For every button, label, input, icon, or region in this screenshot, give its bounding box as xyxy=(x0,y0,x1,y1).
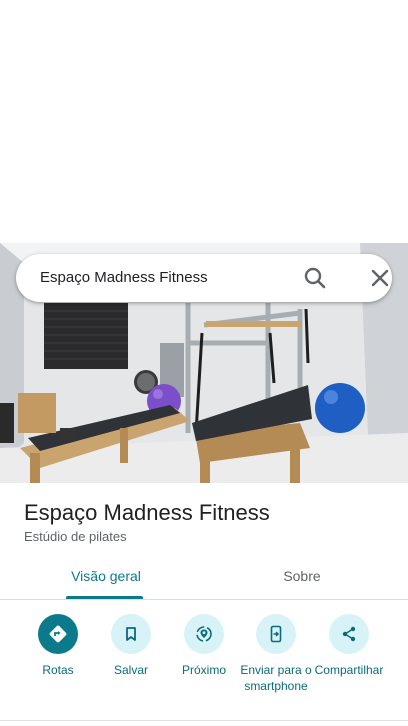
directions-label: Rotas xyxy=(42,663,74,677)
place-name: Espaço Madness Fitness xyxy=(24,500,270,525)
nearby-label: Próximo xyxy=(181,663,226,677)
directions-button[interactable]: Rotas xyxy=(20,614,96,678)
search-icon[interactable] xyxy=(302,265,328,291)
tab-overview[interactable]: Visão geral xyxy=(66,568,146,584)
save-label: Salvar xyxy=(113,663,148,677)
map-area[interactable] xyxy=(0,0,408,243)
tab-about[interactable]: Sobre xyxy=(262,568,342,584)
divider xyxy=(0,720,408,721)
share-icon xyxy=(329,614,369,654)
share-button[interactable]: Compartilhar xyxy=(311,614,387,678)
send-to-phone-label: Enviar para o smartphone xyxy=(240,663,312,693)
send-to-phone-icon xyxy=(256,614,296,654)
search-bar[interactable]: Espaço Madness Fitness xyxy=(16,254,392,302)
bookmark-icon xyxy=(111,614,151,654)
send-to-phone-button[interactable]: Enviar para o smartphone xyxy=(238,614,314,694)
save-button[interactable]: Salvar xyxy=(93,614,169,678)
close-icon[interactable] xyxy=(368,266,392,290)
share-label: Compartilhar xyxy=(314,663,384,677)
place-category: Estúdio de pilates xyxy=(24,529,127,544)
directions-icon xyxy=(38,614,78,654)
nearby-icon xyxy=(184,614,224,654)
search-input[interactable]: Espaço Madness Fitness xyxy=(40,269,208,286)
divider xyxy=(0,599,408,600)
nearby-button[interactable]: Próximo xyxy=(166,614,242,678)
